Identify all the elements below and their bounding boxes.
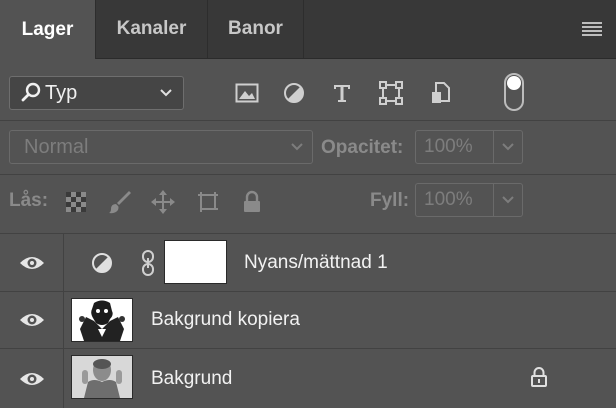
tab-kanaler[interactable]: Kanaler (96, 0, 208, 58)
filter-type-select[interactable]: Typ (9, 76, 184, 110)
tab-lager[interactable]: Lager (0, 0, 96, 59)
layer-row[interactable]: Bakgrund kopiera (0, 291, 616, 348)
shape-filter-icon[interactable] (378, 80, 404, 106)
blend-mode-select[interactable]: Normal (9, 130, 313, 164)
divider (0, 120, 616, 121)
toggle-knob (507, 76, 521, 90)
fill-input[interactable]: 100% (415, 183, 523, 217)
tab-banor[interactable]: Banor (208, 0, 304, 58)
opacity-label: Opacitet: (321, 137, 404, 158)
layer-row[interactable]: Bakgrund (0, 348, 616, 408)
link-icon[interactable] (140, 250, 156, 276)
opacity-value: 100% (424, 136, 473, 157)
type-filter-icon[interactable] (329, 80, 355, 106)
chevron-down-icon (502, 143, 514, 151)
layer-name[interactable]: Nyans/mättnad 1 (244, 234, 388, 291)
blend-mode-value: Normal (24, 135, 89, 158)
layer-row[interactable]: Nyans/mättnad 1 (0, 233, 616, 291)
visibility-toggle[interactable] (0, 292, 64, 348)
filter-toggle-switch[interactable] (504, 73, 524, 111)
lock-icon (531, 367, 547, 387)
eye-icon (19, 256, 44, 269)
layer-name[interactable]: Bakgrund (151, 349, 232, 408)
eye-icon (19, 372, 44, 385)
panel-menu-icon[interactable] (582, 22, 602, 38)
lock-transparent-pixels-icon[interactable] (62, 188, 90, 216)
divider (0, 174, 616, 175)
lock-artboard-icon[interactable] (194, 188, 222, 216)
chevron-down-icon (291, 143, 303, 151)
layer-mask-thumbnail[interactable] (164, 240, 227, 284)
eye-icon (19, 314, 44, 326)
chevron-down-icon (160, 89, 172, 97)
fill-dropdown-button[interactable] (493, 184, 522, 216)
search-icon (21, 82, 41, 102)
panel-tab-bar: Lager Kanaler Banor (0, 0, 616, 59)
smart-object-filter-icon[interactable] (428, 80, 454, 106)
lock-position-icon[interactable] (149, 188, 177, 216)
layer-thumbnail[interactable] (71, 298, 133, 342)
adjustment-filter-icon[interactable] (281, 80, 307, 106)
fill-label: Fyll: (370, 190, 410, 211)
visibility-toggle[interactable] (0, 349, 64, 408)
chevron-down-icon (502, 196, 514, 204)
opacity-dropdown-button[interactable] (493, 131, 522, 163)
fill-value: 100% (424, 189, 473, 210)
image-filter-icon[interactable] (234, 80, 260, 106)
filter-type-label: Typ (45, 81, 78, 104)
lock-all-icon[interactable] (238, 188, 266, 216)
photo-thumbnail (72, 356, 132, 398)
thresholded-image-thumbnail (72, 299, 132, 341)
visibility-toggle[interactable] (0, 234, 64, 291)
lock-label: Lås: (9, 190, 49, 211)
layer-name[interactable]: Bakgrund kopiera (151, 292, 300, 348)
lock-image-pixels-icon[interactable] (106, 188, 134, 216)
layer-thumbnail[interactable] (71, 355, 133, 399)
opacity-input[interactable]: 100% (415, 130, 523, 164)
adjustment-layer-icon (92, 253, 112, 273)
